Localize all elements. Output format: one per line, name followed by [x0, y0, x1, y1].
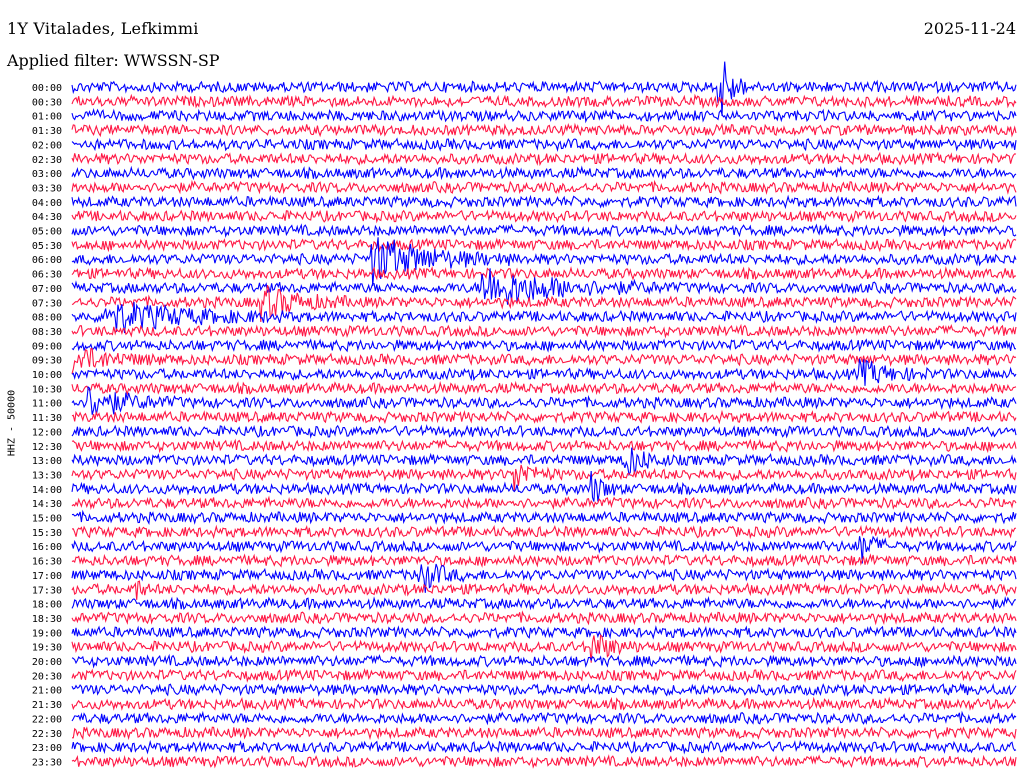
trace-line — [71, 682, 1017, 697]
row-time-label: 23:00 — [32, 743, 62, 754]
trace-line — [71, 165, 1017, 181]
row-time-label: 04:30 — [32, 212, 62, 223]
trace-line — [71, 409, 1017, 425]
trace-line — [71, 151, 1017, 167]
trace-line — [71, 358, 1017, 386]
row-time-label: 17:00 — [32, 571, 62, 582]
trace-line — [71, 122, 1017, 138]
trace-line — [71, 509, 1017, 525]
trace-line — [71, 668, 1017, 683]
row-time-label: 22:30 — [32, 729, 62, 740]
trace-line — [71, 237, 1017, 286]
trace-line — [71, 179, 1017, 195]
row-time-label: 11:00 — [32, 399, 62, 410]
trace-line — [71, 595, 1016, 611]
trace-line — [71, 495, 1017, 511]
row-time-label: 22:00 — [32, 714, 62, 725]
seismogram-traces — [71, 61, 1017, 769]
row-time-label: 11:30 — [32, 413, 62, 424]
row-time-label: 06:00 — [32, 255, 62, 266]
trace-line — [71, 739, 1017, 755]
row-time-label: 07:30 — [32, 298, 62, 309]
trace-line — [71, 754, 1017, 769]
row-time-label: 15:30 — [32, 528, 62, 539]
trace-line — [71, 137, 1017, 152]
trace-line — [71, 323, 1017, 339]
row-time-label: 00:00 — [32, 83, 62, 94]
trace-line — [71, 524, 1017, 540]
time-axis-labels: 00:00 00:30 01:00 01:30 02:00 02:30 03:00 03:30… — [32, 83, 62, 768]
row-time-label: 03:30 — [32, 183, 62, 194]
row-time-label: 19:30 — [32, 643, 62, 654]
row-time-label: 01:00 — [32, 112, 62, 123]
row-time-label: 10:00 — [32, 370, 62, 381]
row-time-label: 13:30 — [32, 470, 62, 481]
row-time-label: 05:00 — [32, 227, 62, 238]
trace-line — [71, 438, 1017, 454]
filter-prefix: Applied filter: — [7, 51, 119, 70]
row-time-label: 21:30 — [32, 700, 62, 711]
date-label: 2025-11-24 — [923, 19, 1016, 38]
trace-line — [71, 424, 1017, 439]
trace-line — [71, 580, 1017, 600]
trace-line — [71, 93, 1017, 110]
row-time-label: 18:00 — [32, 600, 62, 611]
trace-line — [71, 380, 1017, 396]
row-time-label: 17:30 — [32, 585, 62, 596]
row-time-label: 09:30 — [32, 356, 62, 367]
trace-line — [71, 653, 1017, 669]
trace-line — [71, 447, 1017, 477]
row-time-label: 15:00 — [32, 514, 62, 525]
trace-line — [71, 337, 1017, 353]
row-time-label: 13:00 — [32, 456, 62, 467]
trace-line — [71, 208, 1017, 224]
filter-label: Applied filter: WWSSN-SP — [7, 51, 220, 70]
row-time-label: 06:30 — [32, 270, 62, 281]
trace-line — [71, 266, 1017, 281]
trace-line — [71, 194, 1017, 210]
row-time-label: 08:00 — [32, 313, 62, 324]
row-time-label: 01:30 — [32, 126, 62, 137]
row-time-label: 02:00 — [32, 140, 62, 151]
helicorder-plot: 00:00 00:30 01:00 01:30 02:00 02:30 03:00 03:30… — [32, 61, 1017, 769]
row-time-label: 23:30 — [32, 757, 62, 768]
row-time-label: 07:00 — [32, 284, 62, 295]
filter-name: WWSSN-SP — [123, 51, 220, 70]
row-time-label: 12:00 — [32, 427, 62, 438]
row-time-label: 14:00 — [32, 485, 62, 496]
row-time-label: 04:00 — [32, 198, 62, 209]
trace-line — [71, 696, 1017, 712]
row-time-label: 10:30 — [32, 384, 62, 395]
row-time-label: 14:30 — [32, 499, 62, 510]
station-title: 1Y Vitalades, Lefkimmi — [7, 19, 199, 38]
row-time-label: 16:00 — [32, 542, 62, 553]
trace-line — [71, 710, 1017, 726]
trace-line — [71, 107, 1017, 124]
trace-line — [71, 223, 1017, 239]
row-time-label: 09:00 — [32, 341, 62, 352]
row-time-label: 05:30 — [32, 241, 62, 252]
row-time-label: 03:00 — [32, 169, 62, 180]
row-time-label: 20:00 — [32, 657, 62, 668]
row-time-label: 18:30 — [32, 614, 62, 625]
trace-line — [71, 610, 1017, 626]
trace-line — [71, 237, 1017, 253]
trace-line — [72, 725, 1017, 741]
channel-label: HHZ - 50000 — [6, 389, 18, 457]
row-time-label: 02:30 — [32, 155, 62, 166]
row-time-label: 00:30 — [32, 97, 62, 108]
row-time-label: 12:30 — [32, 442, 62, 453]
trace-line — [71, 625, 1017, 640]
row-time-label: 20:30 — [32, 671, 62, 682]
row-time-label: 08:30 — [32, 327, 62, 338]
row-time-label: 21:00 — [32, 686, 62, 697]
row-time-label: 16:30 — [32, 557, 62, 568]
row-time-label: 19:00 — [32, 628, 62, 639]
trace-line — [71, 553, 1017, 569]
